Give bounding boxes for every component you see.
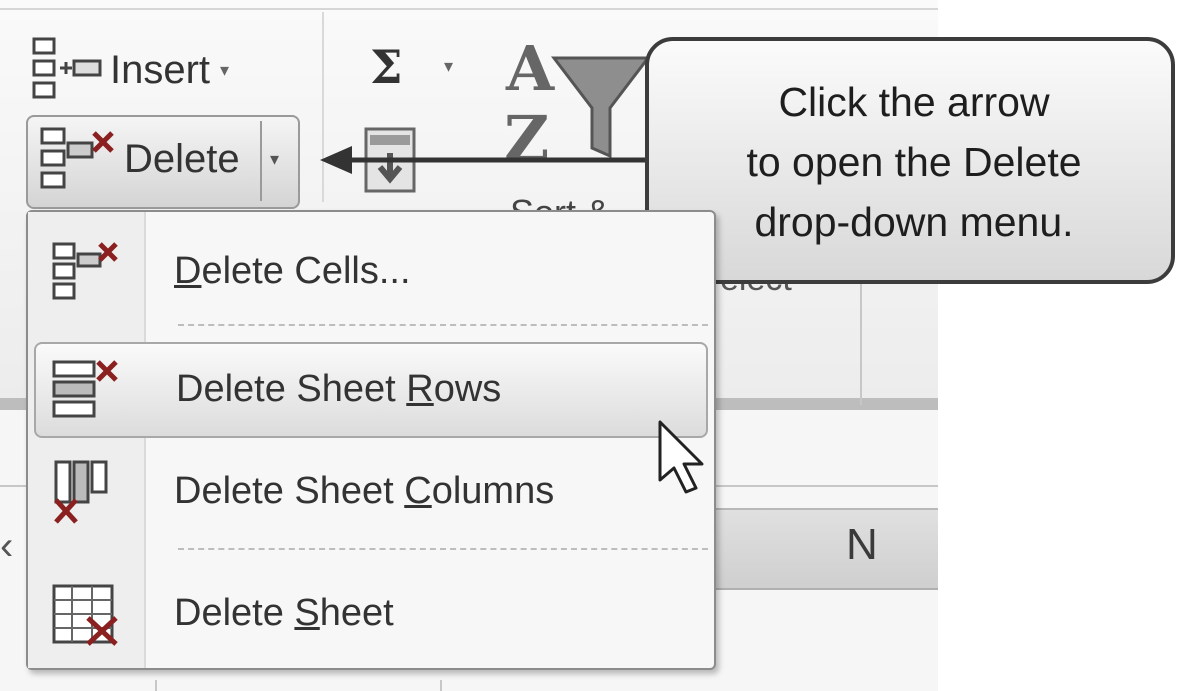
callout-pointer-arrow xyxy=(320,146,652,174)
mouse-cursor-icon xyxy=(658,420,704,494)
insert-button[interactable]: Insert ▾ xyxy=(32,35,229,105)
delete-cells-icon xyxy=(52,242,118,300)
grid-line xyxy=(440,680,442,691)
column-header-label: N xyxy=(846,520,878,569)
menu-item-label: Delete Cells... xyxy=(174,250,411,292)
delete-rows-icon xyxy=(52,360,118,418)
menu-item-delete-sheet-columns[interactable]: Delete Sheet Columns xyxy=(28,446,714,542)
menu-item-delete-sheet[interactable]: Delete Sheet xyxy=(28,568,714,664)
grid-line xyxy=(155,680,157,691)
menu-separator xyxy=(178,548,708,550)
insert-dropdown-arrow-icon[interactable]: ▾ xyxy=(220,60,229,81)
column-header[interactable] xyxy=(714,508,938,590)
split-divider xyxy=(260,121,262,201)
delete-button[interactable]: Delete ▾ xyxy=(26,115,300,209)
delete-columns-icon xyxy=(54,460,108,524)
delete-dropdown-arrow-icon[interactable]: ▾ xyxy=(270,149,279,170)
autosum-icon[interactable]: Σ xyxy=(370,40,403,94)
scroll-left-icon[interactable]: ‹ xyxy=(0,524,13,569)
callout-line: drop-down menu. xyxy=(754,199,1074,245)
menu-item-label: Delete Sheet Rows xyxy=(176,368,502,410)
menu-separator xyxy=(178,324,708,326)
instruction-callout: Click the arrow to open the Delete drop-… xyxy=(645,37,1175,284)
insert-cells-icon xyxy=(32,37,102,99)
callout-line: to open the Delete xyxy=(746,139,1082,185)
menu-item-delete-cells[interactable]: Delete Cells... xyxy=(28,226,714,322)
menu-item-delete-sheet-rows[interactable]: Delete Sheet Rows xyxy=(34,342,708,438)
callout-line: Click the arrow xyxy=(778,79,1050,125)
menu-item-label: Delete Sheet Columns xyxy=(174,470,555,512)
svg-text:A: A xyxy=(505,32,555,105)
autosum-dropdown-arrow-icon[interactable]: ▾ xyxy=(444,56,453,77)
ribbon-divider xyxy=(0,8,938,10)
delete-cells-icon xyxy=(40,127,114,189)
menu-item-label: Delete Sheet xyxy=(174,592,394,634)
delete-dropdown-menu: Delete Cells... Delete Sheet Rows Delete… xyxy=(26,210,716,670)
delete-sheet-icon xyxy=(52,584,118,646)
delete-label: Delete xyxy=(124,137,240,181)
insert-label: Insert xyxy=(110,47,211,92)
